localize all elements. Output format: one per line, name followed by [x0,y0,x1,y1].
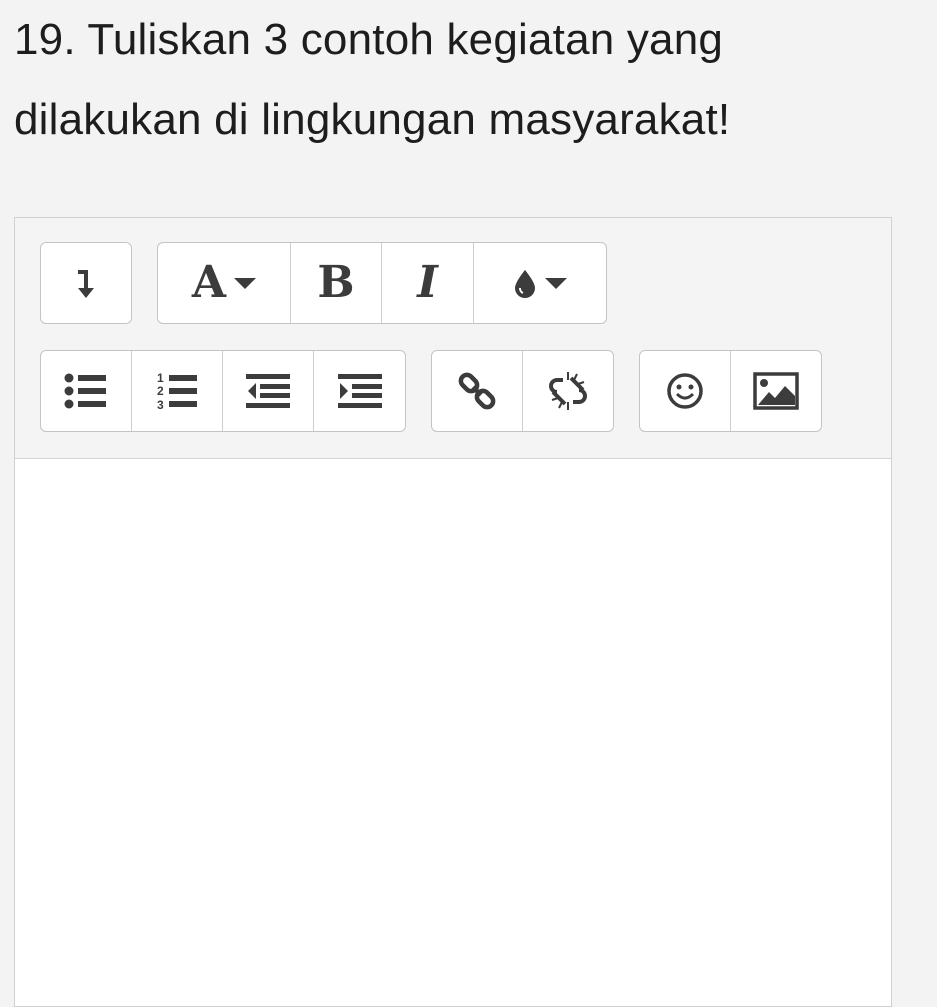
outdent-button[interactable] [223,351,314,431]
link-button[interactable] [432,351,523,431]
outdent-icon [246,374,290,408]
toolbar-group-links [431,350,614,432]
question-text: 19. Tuliskan 3 contoh kegiatan yang dila… [14,0,914,160]
list-ol-icon: 1 2 3 [157,371,197,411]
toolbar-group-format: A B I [157,242,607,324]
question-line-2: dilakukan di lingkungan masyarakat! [14,95,731,144]
smile-icon [667,373,703,409]
unlink-icon [548,372,587,410]
toolbar-group-media [639,350,822,432]
toolbar-group-collapse [40,242,132,324]
unlink-button[interactable] [523,351,614,431]
ordered-list-button[interactable]: 1 2 3 [132,351,223,431]
svg-text:3: 3 [157,398,164,411]
bold-button[interactable]: B [291,243,382,323]
text-color-button[interactable] [474,243,606,323]
image-button[interactable] [731,351,822,431]
paragraph-style-button[interactable]: A [158,243,291,323]
toolbar-group-lists: 1 2 3 [40,350,406,432]
link-icon [458,372,496,410]
question-line-1: 19. Tuliskan 3 contoh kegiatan yang [14,15,724,64]
rich-text-editor: A B I 1 2 3 [14,217,892,1007]
editor-content-area[interactable] [15,459,891,1006]
caret-down-icon [545,277,567,289]
svg-text:1: 1 [157,371,164,385]
unordered-list-button[interactable] [41,351,132,431]
paragraph-style-label: A [191,257,227,308]
emoticon-button[interactable] [640,351,731,431]
toolbar-toggle-button[interactable] [41,243,131,323]
italic-button[interactable]: I [382,243,474,323]
caret-down-icon [234,277,257,289]
indent-button[interactable] [314,351,405,431]
editor-toolbar: A B I 1 2 3 [15,218,891,459]
level-down-icon [78,270,94,298]
italic-label: I [417,257,438,308]
indent-icon [337,374,382,408]
list-ul-icon [64,373,106,409]
image-icon [753,372,799,410]
svg-text:2: 2 [157,384,164,398]
bold-label: B [317,257,355,308]
tint-icon [515,270,535,298]
